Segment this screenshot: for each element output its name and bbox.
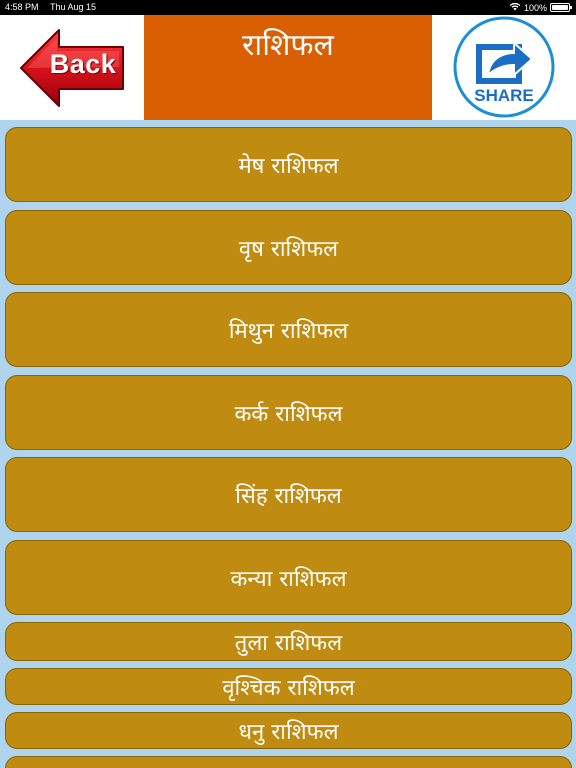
list-item-vrish[interactable]: वृष राशिफल: [5, 210, 572, 285]
list-item-mesh[interactable]: मेष राशिफल: [5, 127, 572, 202]
battery-percent: 100%: [523, 2, 547, 13]
rashifal-list: मेष राशिफल वृष राशिफल मिथुन राशिफल कर्क …: [0, 120, 576, 768]
header: Back राशिफल SHARE: [0, 15, 576, 120]
status-bar: 4:58 PM Thu Aug 15 100%: [0, 0, 576, 15]
battery-icon: [550, 3, 572, 12]
list-item-singh[interactable]: सिंह राशिफल: [5, 457, 572, 532]
share-button[interactable]: SHARE: [452, 15, 556, 119]
wifi-icon: [509, 2, 521, 13]
list-item-kark[interactable]: कर्क राशिफल: [5, 375, 572, 450]
share-label: SHARE: [474, 86, 534, 105]
list-item-dhanu[interactable]: धनु राशिफल: [5, 712, 572, 749]
status-date: Thu Aug 15: [50, 2, 97, 12]
status-right: 100%: [509, 2, 572, 13]
page-title: राशिफल: [242, 28, 334, 63]
list-item-kanya[interactable]: कन्या राशिफल: [5, 540, 572, 615]
back-label: Back: [49, 49, 117, 79]
title-box: राशिफल: [144, 15, 432, 120]
list-item-mithun[interactable]: मिथुन राशिफल: [5, 292, 572, 367]
list-item-vrishchik[interactable]: वृश्चिक राशिफल: [5, 668, 572, 705]
list-item-next[interactable]: [5, 756, 572, 768]
status-time: 4:58 PM: [5, 2, 39, 12]
back-button[interactable]: Back: [19, 27, 127, 109]
list-item-tula[interactable]: तुला राशिफल: [5, 622, 572, 661]
